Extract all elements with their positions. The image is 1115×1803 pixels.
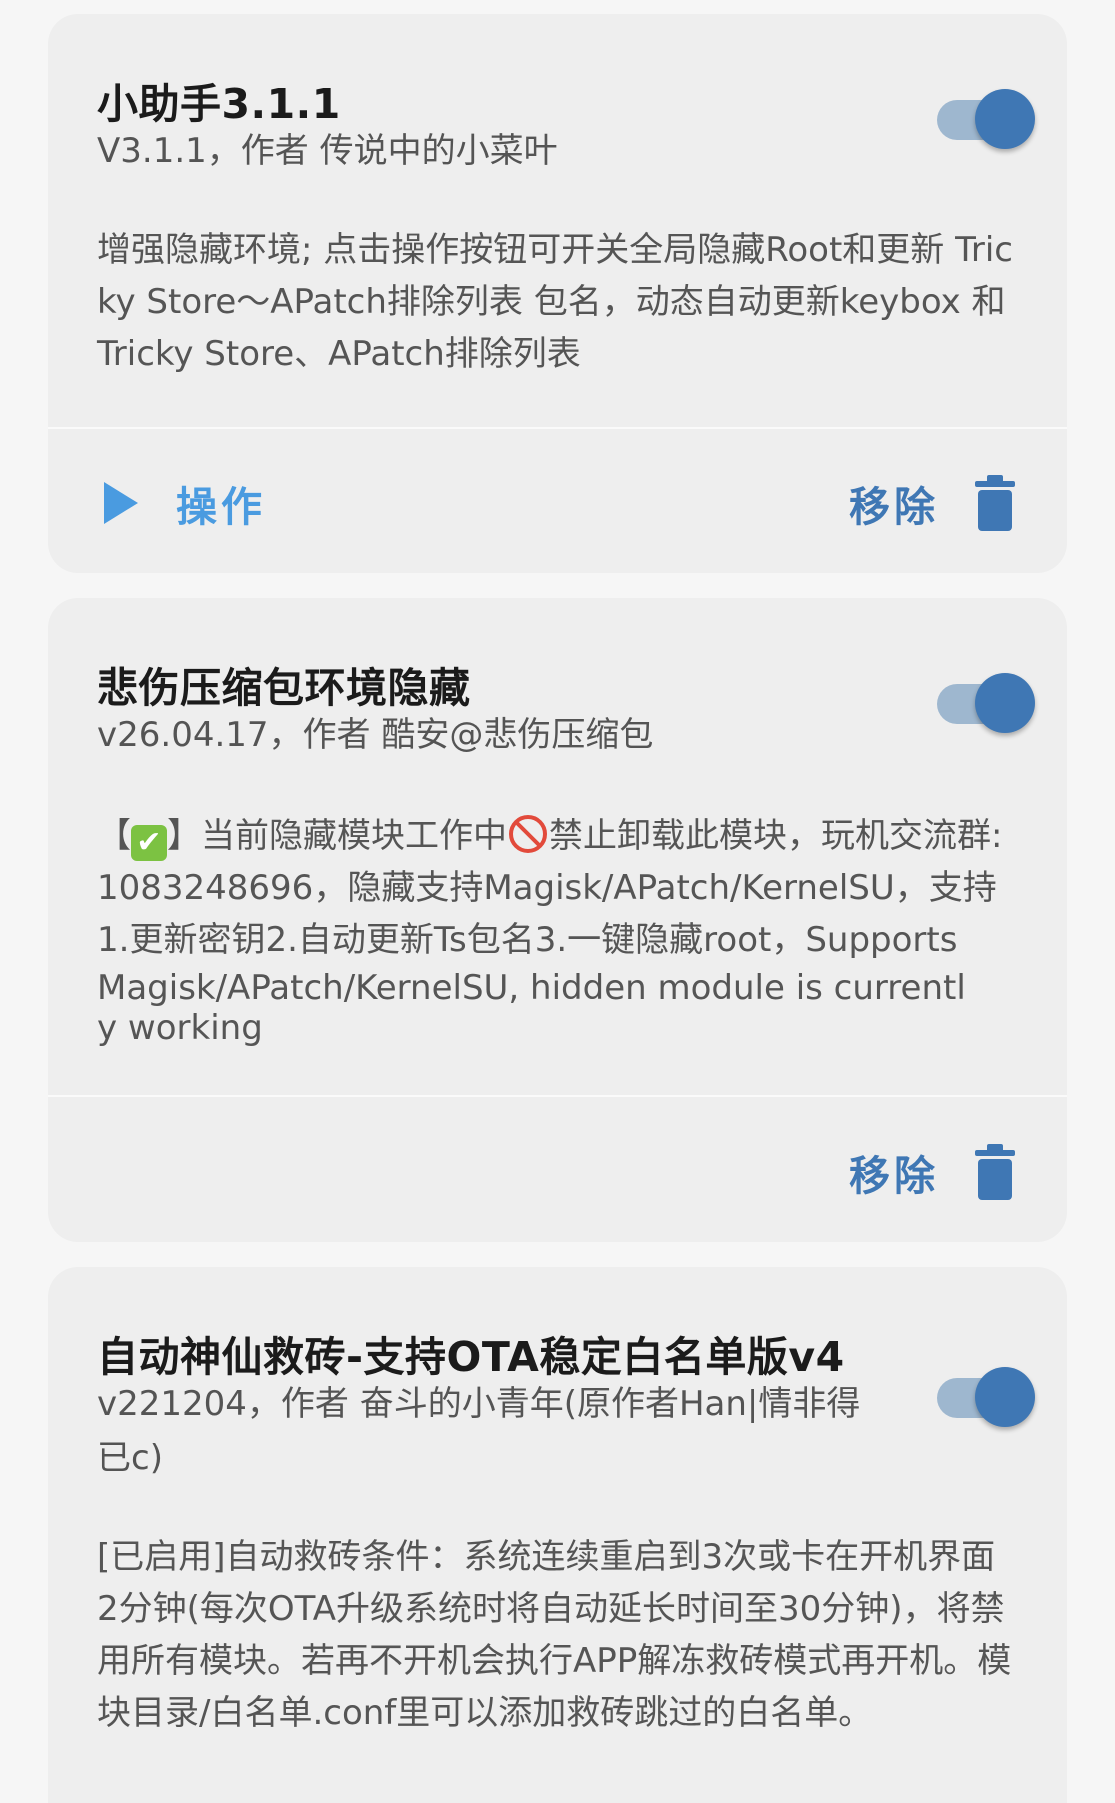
module-meta: v26.04.17，作者 酷安@悲伤压缩包 xyxy=(97,715,654,755)
module-enable-toggle[interactable] xyxy=(937,673,1035,735)
module-description: 增强隐藏环境; 点击操作按钮可开关全局隐藏Root和更新 Tricky Stor… xyxy=(97,230,1013,374)
trash-icon xyxy=(975,475,1015,531)
module-description: 【✔ 】当前隐藏模块工作中 禁止卸载此模块，玩机交流群:1083248696，隐藏支… xyxy=(97,810,1015,966)
module-card: 悲伤压缩包环境隐藏 v26.04.17，作者 酷安@悲伤压缩包 【✔ 】当前隐藏模… xyxy=(48,598,1067,1242)
module-title: 小助手3.1.1 xyxy=(97,80,341,128)
remove-label: 移除 xyxy=(849,1152,939,1200)
remove-button[interactable]: 移除 xyxy=(849,1137,1015,1207)
description-text: 】当前隐藏模块工作中 xyxy=(167,816,507,856)
module-list: 小助手3.1.1 V3.1.1，作者 传说中的小菜叶 增强隐藏环境; 点击操作按… xyxy=(0,0,1115,1803)
module-description: [已启用]自动救砖条件：系统连续重启到3次或卡在开机界面2分钟(每次OTA升级系… xyxy=(97,1537,1012,1733)
card-divider xyxy=(48,1095,1067,1097)
toggle-thumb xyxy=(975,673,1035,733)
module-title: 悲伤压缩包环境隐藏 xyxy=(97,664,471,712)
module-title: 自动神仙救砖-支持OTA稳定白名单版v4 xyxy=(97,1333,845,1381)
play-icon xyxy=(104,482,138,524)
prohibited-icon xyxy=(509,815,547,853)
description-bracket: 【 xyxy=(97,816,131,856)
module-card: 自动神仙救砖-支持OTA稳定白名单版v4 v221204，作者 奋斗的小青年(原… xyxy=(48,1267,1067,1803)
remove-button[interactable]: 移除 xyxy=(849,468,1015,538)
toggle-thumb xyxy=(975,89,1035,149)
module-card: 小助手3.1.1 V3.1.1，作者 传说中的小菜叶 增强隐藏环境; 点击操作按… xyxy=(48,14,1067,573)
module-enable-toggle[interactable] xyxy=(937,1367,1035,1429)
module-description-en: Magisk/APatch/KernelSU, hidden module is… xyxy=(97,968,966,1048)
action-button[interactable]: 操作 xyxy=(104,468,266,538)
module-meta: V3.1.1，作者 传说中的小菜叶 xyxy=(97,131,558,171)
toggle-thumb xyxy=(975,1367,1035,1427)
trash-icon xyxy=(975,1144,1015,1200)
action-label: 操作 xyxy=(176,483,266,531)
remove-label: 移除 xyxy=(849,483,939,531)
check-icon: ✔ xyxy=(131,825,167,861)
module-meta: v221204，作者 奋斗的小青年(原作者Han|情非得已c) xyxy=(97,1384,861,1478)
card-divider xyxy=(48,427,1067,429)
module-enable-toggle[interactable] xyxy=(937,89,1035,151)
